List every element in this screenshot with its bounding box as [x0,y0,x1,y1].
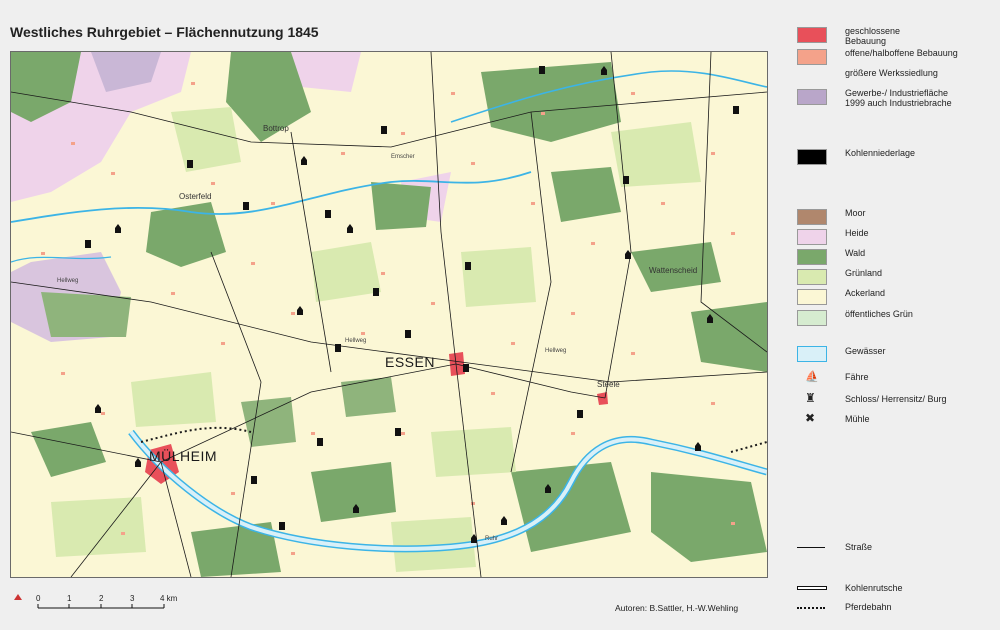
city-label-essen: ESSEN [385,354,435,370]
legend-swatch-fill [797,310,827,326]
legend-swatch-fill [797,229,827,245]
forest-area [241,397,296,447]
legend-swatch-fill [797,89,827,105]
authors-credit: Autoren: B.Sattler, H.-W.Wehling [615,603,739,613]
forest-area [481,62,621,142]
legend-label: Wald [845,248,866,258]
legend-label: Gewerbe-/ Industriefläche 1999 auch Indu… [845,88,952,108]
legend-swatch-fill [797,49,827,65]
legend-swatch-fill [797,249,827,265]
legend-swatch-ferry: ⛵ [805,371,819,383]
forest-area [371,182,431,230]
legend-swatch-fill [797,289,827,305]
town-label-bottrop: Bottrop [263,124,289,133]
meadow-area [131,372,216,427]
town-label-osterfeld: Osterfeld [179,192,212,201]
legend-swatch-mill: ✖ [805,411,816,425]
meadow-area [431,427,516,477]
meadow-area [51,497,146,557]
map-canvas [11,52,767,577]
scale-tick: 2 [99,594,104,603]
town-label-steele: Steele [597,380,620,389]
steele-town-area [597,392,608,405]
legend-label: Grünland [845,268,883,278]
forest-area [651,472,767,562]
scale-tick: 3 [130,594,135,603]
legend-swatch-fill [797,27,827,43]
legend-label: Mühle [845,414,870,424]
legend-label: Schloss/ Herrensitz/ Burg [845,394,947,404]
scale-tick: 4 km [160,594,178,603]
road-label-hellweg: Hellweg [545,348,567,354]
legend-label: Fähre [845,372,869,382]
legend-swatch-fill [797,209,827,225]
legend-swatch-castle: ♜ [805,391,816,405]
scale-tick: 0 [36,594,41,603]
legend-label: Kohlenniederlage [845,148,916,158]
legend-swatch-none [797,68,825,82]
forest-area [691,302,767,372]
legend-swatch-road [797,547,825,548]
legend-label: Gewässer [845,346,886,356]
map-title: Westliches Ruhrgebiet – Flächennutzung 1… [10,24,319,40]
map-legend: geschlossene Bebauung offene/halboffene B… [797,18,997,618]
meadow-area [171,107,241,172]
legend-swatch-chute [797,586,827,590]
forest-area [551,167,621,222]
legend-label: Ackerland [845,288,886,298]
scale-tick: 1 [67,594,72,603]
forest-area [31,422,106,477]
legend-label: größere Werkssiedlung [845,68,938,78]
legend-label: Heide [845,228,869,238]
emscher-river [11,171,532,223]
legend-label: geschlossene Bebauung [845,26,901,46]
forest-area [41,292,131,337]
meadow-area [311,242,381,302]
road-label-hellweg: Hellweg [57,278,79,284]
town-label-wattenscheid: Wattenscheid [649,266,698,275]
river-label-ruhr: Ruhr [485,536,499,542]
legend-swatch-water [797,346,827,362]
river-label-emscher: Emscher [391,154,415,160]
legend-swatch-fill [797,269,827,285]
horse-railway [730,441,767,453]
legend-swatch-fill [797,149,827,165]
meadow-area [461,247,536,307]
map-frame[interactable]: MÜLHEIM ESSEN Bottrop Osterfeld Wattensc… [10,51,768,578]
road-label-hellweg: Hellweg [345,338,367,344]
legend-label: Kohlenrutsche [845,583,903,593]
forest-area [341,377,396,417]
legend-label: Pferdebahn [845,602,892,612]
legend-label: offene/halboffene Bebauung [845,48,958,58]
legend-label: Moor [845,208,866,218]
legend-label: Straße [845,542,873,552]
legend-label: öffentliches Grün [845,309,913,319]
city-label-muelheim: MÜLHEIM [149,448,218,464]
legend-swatch-horse [797,607,825,609]
scale-bar: 0 1 2 3 4 km [14,590,204,620]
horse-railway [140,426,252,443]
